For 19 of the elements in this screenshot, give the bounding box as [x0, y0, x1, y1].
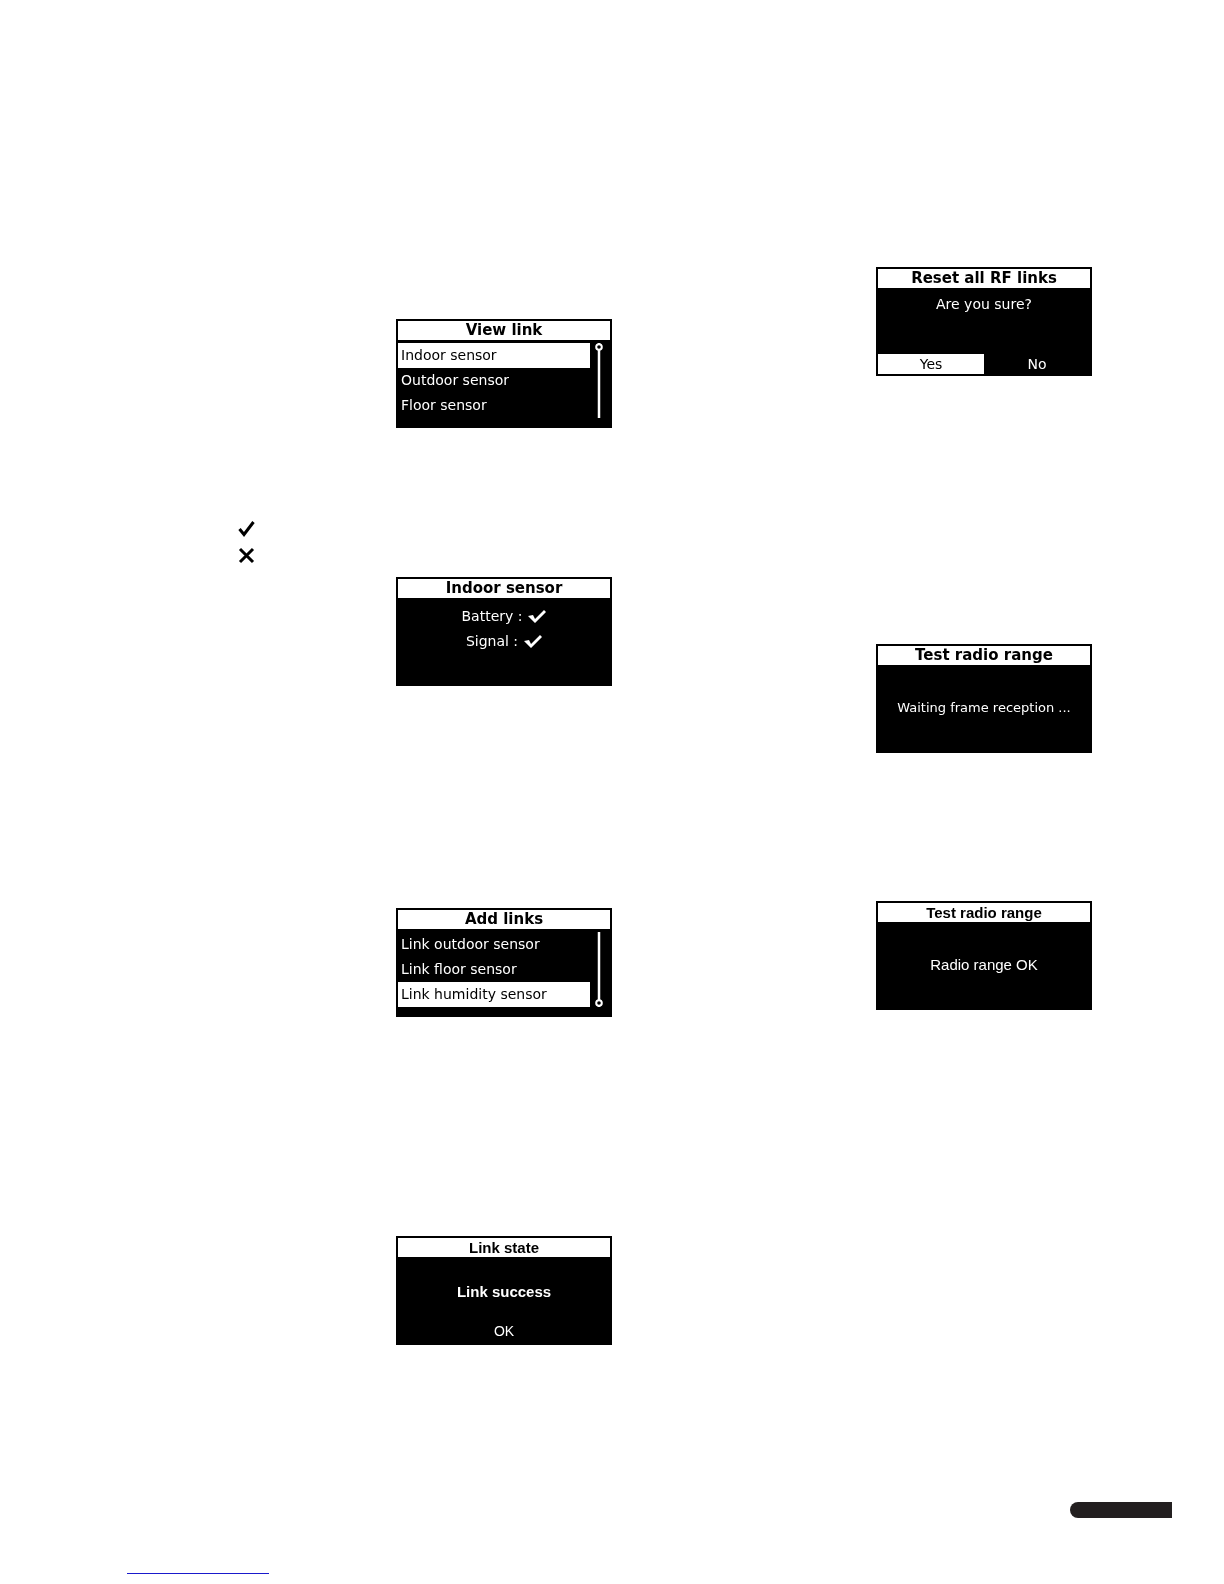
status-label: Battery :: [461, 607, 523, 626]
dialog-option[interactable]: Yes: [878, 354, 984, 374]
screen-title: Indoor sensor: [398, 579, 610, 598]
menu-item[interactable]: Indoor sensor: [398, 343, 590, 368]
screen-title: Reset all RF links: [878, 269, 1090, 288]
screen-title: Test radio range: [878, 903, 1090, 922]
status-label: Signal :: [465, 632, 519, 651]
menu-item[interactable]: Link humidity sensor: [398, 982, 590, 1007]
screen-title: View link: [398, 321, 610, 340]
screen-title: Add links: [398, 910, 610, 929]
screen-title: Test radio range: [878, 646, 1090, 665]
cross-icon: [238, 547, 255, 564]
check-icon: [238, 520, 255, 537]
status-message: Waiting frame reception ...: [897, 699, 1071, 718]
status-message: Link success: [456, 1282, 552, 1302]
ok-button[interactable]: OK: [489, 1322, 519, 1340]
status-message: Radio range OK: [930, 954, 1038, 975]
screen-title: Link state: [398, 1238, 610, 1257]
dialog-question: Are you sure?: [936, 295, 1032, 314]
